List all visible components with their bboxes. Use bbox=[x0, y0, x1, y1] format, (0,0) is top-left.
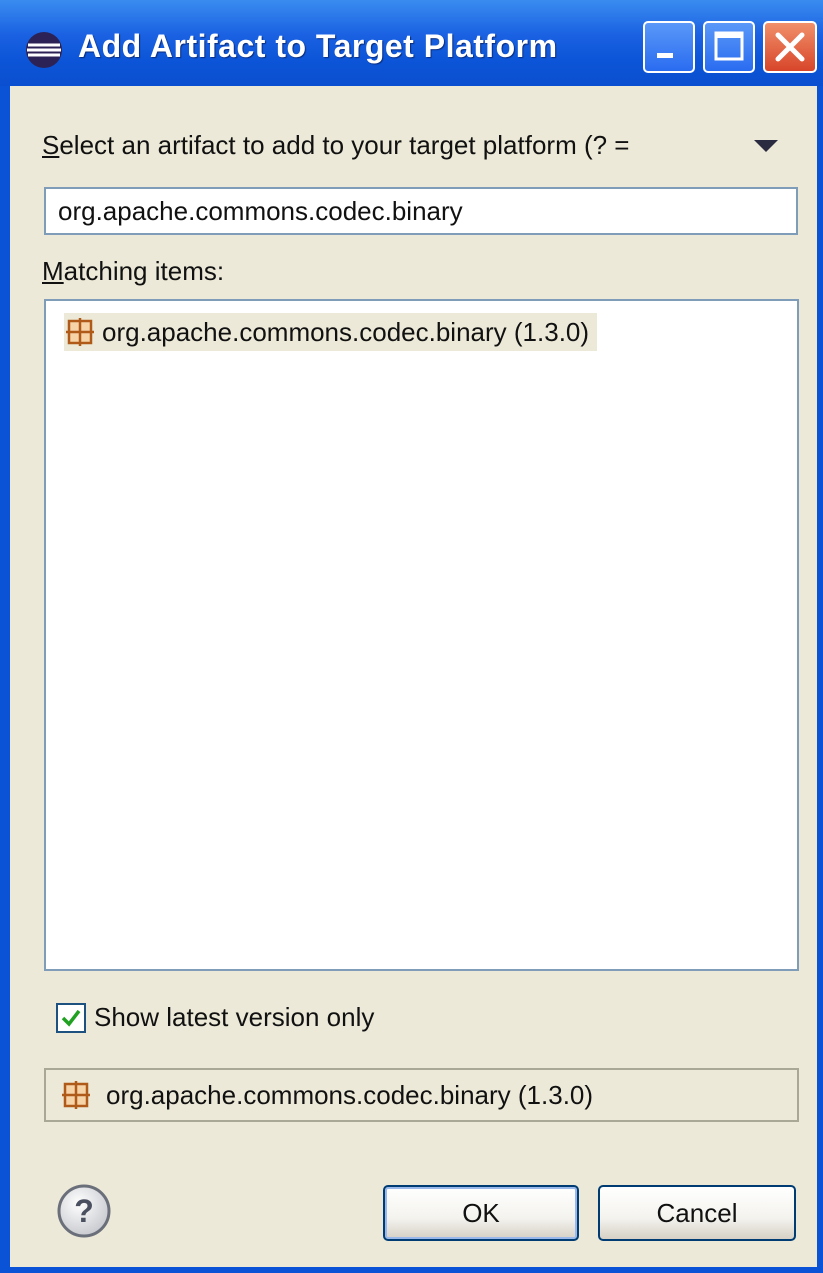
artifact-prompt-label: Select an artifact to add to your target… bbox=[42, 130, 630, 160]
view-menu-dropdown-icon[interactable] bbox=[754, 140, 778, 152]
show-latest-label[interactable]: Show latest version only bbox=[94, 1002, 374, 1033]
help-icon[interactable]: ? bbox=[56, 1183, 112, 1239]
dialog-content: Select an artifact to add to your target… bbox=[10, 86, 817, 1267]
maximize-button[interactable] bbox=[703, 21, 755, 73]
matching-items-label: Matching items: bbox=[42, 256, 225, 286]
show-latest-option[interactable]: Show latest version only bbox=[56, 1002, 374, 1033]
plugin-icon bbox=[66, 318, 94, 346]
window-title: Add Artifact to Target Platform bbox=[78, 28, 558, 64]
maximize-icon bbox=[714, 31, 744, 61]
checkmark-icon bbox=[61, 1009, 81, 1027]
plugin-icon bbox=[62, 1081, 90, 1109]
title-bar[interactable]: Add Artifact to Target Platform bbox=[0, 0, 823, 86]
list-item-label: org.apache.commons.codec.binary (1.3.0) bbox=[102, 316, 590, 347]
matching-items-list[interactable]: org.apache.commons.codec.binary (1.3.0) bbox=[44, 299, 799, 971]
artifact-search-input[interactable] bbox=[44, 187, 798, 235]
selected-artifact-label: org.apache.commons.codec.binary (1.3.0) bbox=[106, 1079, 594, 1110]
cancel-button[interactable]: Cancel bbox=[598, 1185, 796, 1241]
close-button[interactable] bbox=[763, 21, 817, 73]
show-latest-checkbox[interactable] bbox=[56, 1002, 86, 1033]
minimize-button[interactable] bbox=[643, 21, 695, 73]
minimize-icon bbox=[657, 53, 673, 58]
svg-text:?: ? bbox=[74, 1193, 94, 1229]
selected-artifact-field: org.apache.commons.codec.binary (1.3.0) bbox=[44, 1068, 799, 1122]
dialog-window: Add Artifact to Target Platform Select a… bbox=[0, 0, 823, 1273]
list-item[interactable]: org.apache.commons.codec.binary (1.3.0) bbox=[64, 313, 598, 351]
ok-button[interactable]: OK bbox=[383, 1185, 579, 1241]
close-icon bbox=[775, 32, 805, 62]
eclipse-app-icon bbox=[26, 32, 62, 68]
